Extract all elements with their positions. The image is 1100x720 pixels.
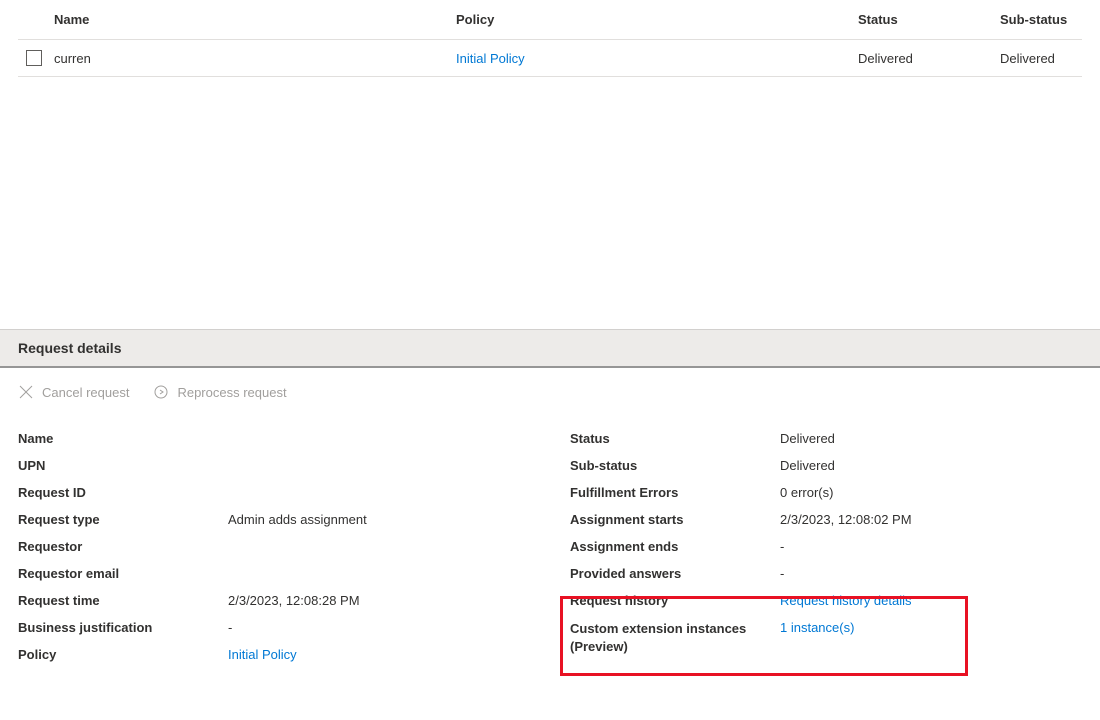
request-type-label: Request type xyxy=(18,512,228,527)
header-name[interactable]: Name xyxy=(54,12,456,27)
requestor-label: Requestor xyxy=(18,539,228,554)
policy-label: Policy xyxy=(18,647,228,662)
table-header: Name Policy Status Sub-status xyxy=(18,0,1082,40)
fulfillment-errors-value: 0 error(s) xyxy=(780,485,1082,500)
status-value: Delivered xyxy=(780,431,1082,446)
table-row[interactable]: curren Initial Policy Delivered Delivere… xyxy=(18,40,1082,77)
custom-extension-label: Custom extension instances (Preview) xyxy=(570,620,780,656)
business-justification-label: Business justification xyxy=(18,620,228,635)
substatus-label: Sub-status xyxy=(570,458,780,473)
row-status: Delivered xyxy=(858,51,1000,66)
header-substatus[interactable]: Sub-status xyxy=(1000,12,1082,27)
reprocess-request-label: Reprocess request xyxy=(177,385,286,400)
request-id-label: Request ID xyxy=(18,485,228,500)
cancel-request-label: Cancel request xyxy=(42,385,129,400)
business-justification-value: - xyxy=(228,620,530,635)
row-substatus: Delivered xyxy=(1000,51,1082,66)
provided-answers-value: - xyxy=(780,566,1082,581)
assignment-starts-value: 2/3/2023, 12:08:02 PM xyxy=(780,512,1082,527)
upn-label: UPN xyxy=(18,458,228,473)
reprocess-icon xyxy=(153,384,169,400)
request-history-label: Request history xyxy=(570,593,780,608)
name-label: Name xyxy=(18,431,228,446)
reprocess-request-button: Reprocess request xyxy=(153,384,286,400)
header-status[interactable]: Status xyxy=(858,12,1000,27)
row-name: curren xyxy=(54,51,456,66)
details-panel-title: Request details xyxy=(0,329,1100,368)
row-policy-link[interactable]: Initial Policy xyxy=(456,51,525,66)
close-icon xyxy=(18,384,34,400)
request-time-label: Request time xyxy=(18,593,228,608)
request-time-value: 2/3/2023, 12:08:28 PM xyxy=(228,593,530,608)
requestor-email-label: Requestor email xyxy=(18,566,228,581)
cancel-request-button: Cancel request xyxy=(18,384,129,400)
substatus-value: Delivered xyxy=(780,458,1082,473)
assignment-ends-value: - xyxy=(780,539,1082,554)
custom-extension-link[interactable]: 1 instance(s) xyxy=(780,620,854,635)
provided-answers-label: Provided answers xyxy=(570,566,780,581)
fulfillment-errors-label: Fulfillment Errors xyxy=(570,485,780,500)
policy-link[interactable]: Initial Policy xyxy=(228,647,297,662)
assignment-ends-label: Assignment ends xyxy=(570,539,780,554)
status-label: Status xyxy=(570,431,780,446)
request-history-link[interactable]: Request history details xyxy=(780,593,912,608)
assignment-starts-label: Assignment starts xyxy=(570,512,780,527)
request-type-value: Admin adds assignment xyxy=(228,512,530,527)
header-policy[interactable]: Policy xyxy=(456,12,858,27)
row-checkbox[interactable] xyxy=(26,50,42,66)
